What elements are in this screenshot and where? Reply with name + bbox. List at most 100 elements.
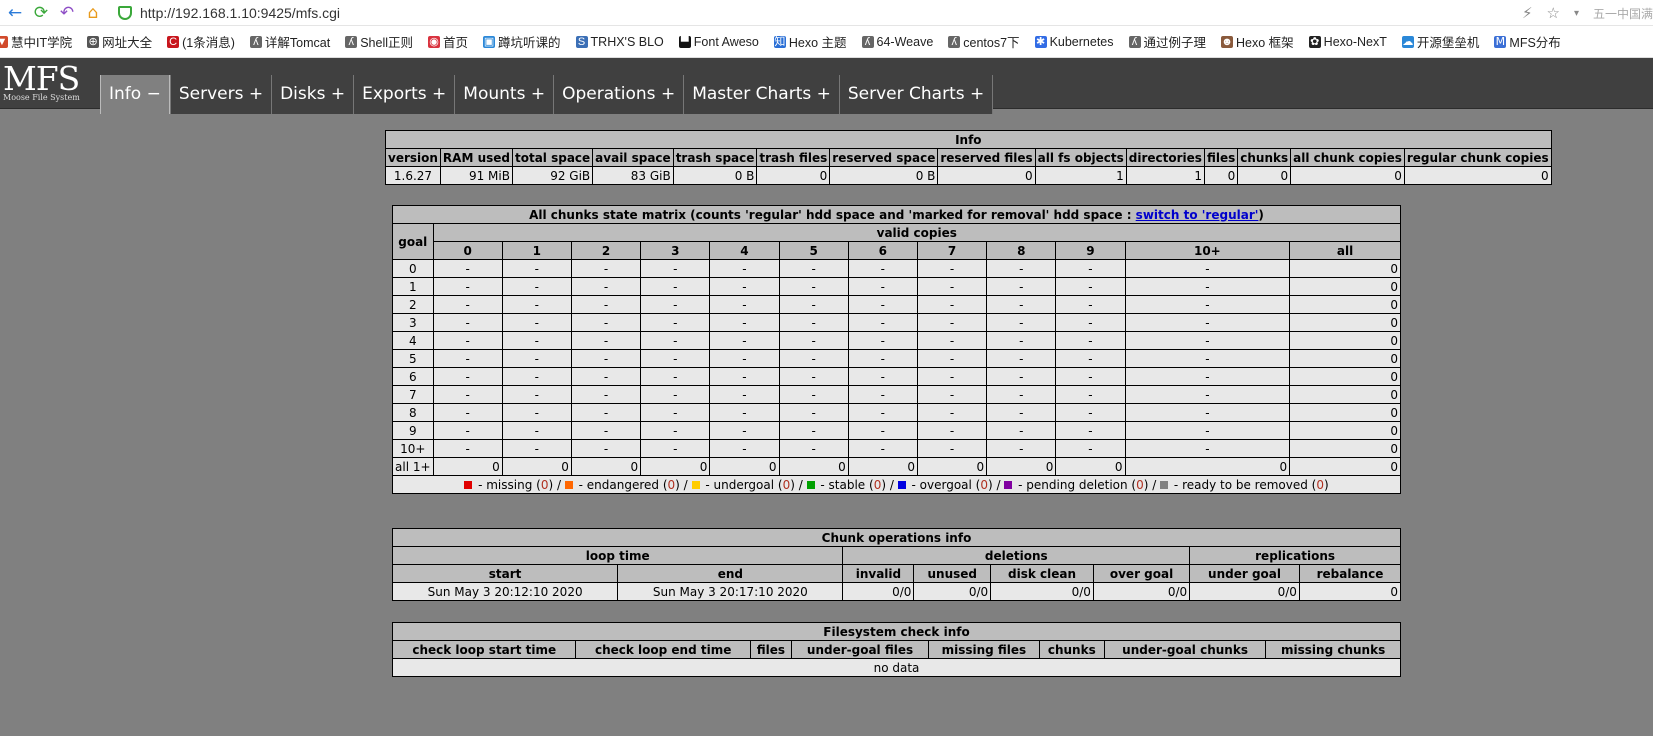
matrix-cell: - <box>916 439 988 458</box>
address-bar: ← ⟳ ↶ ⌂ http://192.168.1.10:9425/mfs.cgi… <box>0 0 1653 26</box>
matrix-cell: - <box>501 331 572 350</box>
legend-label: - undergoal ( <box>701 477 783 492</box>
reload-icon[interactable]: ⟳ <box>30 2 52 24</box>
bookmark-label: MFS分布 <box>1509 36 1561 50</box>
matrix-cell: - <box>709 439 780 458</box>
legend-swatch <box>691 480 700 489</box>
switch-regular-link[interactable]: switch to 'regular' <box>1136 208 1259 222</box>
info-header-cell: reserved space <box>829 148 939 167</box>
matrix-cell: - <box>501 385 572 404</box>
chevron-down-icon[interactable]: ▾ <box>1574 8 1579 19</box>
menu-item[interactable]: Server Charts + <box>838 75 994 114</box>
fscheck-caption: Filesystem check info <box>392 622 1401 641</box>
chunkops-header-cell: disk clean <box>990 564 1094 583</box>
undo-icon[interactable]: ↶ <box>56 2 78 24</box>
group-deletions: deletions <box>842 546 1191 565</box>
bookmark-item[interactable]: ʎ 64-Weave <box>861 34 934 49</box>
matrix-cell: - <box>709 385 780 404</box>
matrix-cell: - <box>640 403 711 422</box>
lightning-icon[interactable]: ⚡ <box>1522 4 1533 22</box>
legend-separator: ) / <box>675 477 692 492</box>
matrix-cell: 0 <box>1289 385 1401 404</box>
menu-item[interactable]: Mounts + <box>454 75 554 114</box>
fscheck-header-cell: files <box>749 640 792 659</box>
bookmark-icon: ⊕ <box>87 35 100 48</box>
bookmark-item[interactable]: ʎ Shell正则 <box>345 32 413 51</box>
bookmark-label: 64-Weave <box>876 34 934 49</box>
bookmark-item[interactable]: ◉ 首页 <box>428 32 468 51</box>
bookmark-icon: ✱ <box>1034 35 1047 48</box>
url-field[interactable]: http://192.168.1.10:9425/mfs.cgi <box>140 5 340 21</box>
matrix-cell: - <box>847 349 918 368</box>
matrix-cell: - <box>570 385 642 404</box>
legend-label: - missing ( <box>474 477 541 492</box>
bookmark-item[interactable]: ☻ Hexo 框架 <box>1221 32 1294 51</box>
search-engine-hint[interactable]: 五一中国满 <box>1593 5 1653 22</box>
matrix-cell: - <box>501 313 572 332</box>
matrix-row: 4-----------0 <box>392 331 1401 350</box>
menu-item[interactable]: Exports + <box>353 75 455 114</box>
matrix-cell: - <box>432 331 503 350</box>
matrix-cell: - <box>916 313 988 332</box>
bookmark-item[interactable]: ʎ centos7下 <box>948 32 1020 51</box>
bookmark-icon: ☻ <box>1221 35 1234 48</box>
matrix-cell: - <box>1055 259 1126 278</box>
matrix-cell: 0 <box>1289 439 1401 458</box>
bookmark-item[interactable]: ▀ Font Aweso <box>678 35 759 49</box>
info-value-cell: 0 B <box>829 166 939 185</box>
matrix-cell: 0 <box>570 457 642 476</box>
matrix-cell: - <box>778 421 849 440</box>
matrix-goal-cell: 6 <box>392 367 434 386</box>
filesystem-check-table: Filesystem check info check loop start t… <box>391 622 1401 677</box>
bookmark-item[interactable]: ⊕ 网址大全 <box>87 32 152 51</box>
bookmark-item[interactable]: ▣ 蹲坑听课的 <box>483 32 561 51</box>
legend-separator: ) <box>1324 477 1329 492</box>
matrix-cell: - <box>501 277 572 296</box>
matrix-cell: - <box>1124 403 1291 422</box>
matrix-cell: - <box>1055 403 1126 422</box>
matrix-column-header: 10+ <box>1124 241 1291 260</box>
bookmark-item[interactable]: Ⅿ MFS分布 <box>1494 32 1561 51</box>
back-arrow-icon[interactable]: ← <box>4 2 26 24</box>
matrix-cell: - <box>986 439 1057 458</box>
legend-swatch <box>464 480 473 489</box>
matrix-cell: - <box>847 385 918 404</box>
matrix-goal-cell: 3 <box>392 313 434 332</box>
bookmark-item[interactable]: C (1条消息) <box>167 32 235 51</box>
star-icon[interactable]: ☆ <box>1547 4 1560 22</box>
menu-item[interactable]: Servers + <box>169 75 272 114</box>
legend-swatch <box>1004 480 1013 489</box>
mfs-logo[interactable]: MFS Moose File System <box>3 62 80 102</box>
matrix-cell: - <box>1055 439 1126 458</box>
bookmark-item[interactable]: ✿ Hexo-NexT <box>1308 35 1387 49</box>
matrix-cell: - <box>986 277 1057 296</box>
bookmark-item[interactable]: ✱ Kubernetes <box>1034 35 1114 49</box>
chunkops-header-cell: rebalance <box>1298 564 1402 583</box>
matrix-cell: - <box>778 259 849 278</box>
matrix-cell: - <box>778 349 849 368</box>
matrix-row: 1-----------0 <box>392 277 1401 296</box>
legend-count: 0 <box>1316 477 1325 492</box>
menu-item[interactable]: Info − <box>100 75 170 114</box>
menu-item[interactable]: Disks + <box>271 75 354 114</box>
matrix-column-header: all <box>1289 241 1401 260</box>
bookmark-item[interactable]: 知 Hexo 主题 <box>773 32 847 51</box>
matrix-cell: - <box>432 295 503 314</box>
matrix-cell: 0 <box>1289 331 1401 350</box>
matrix-cell: - <box>501 259 572 278</box>
legend-swatch <box>897 480 906 489</box>
menu-item[interactable]: Master Charts + <box>683 75 839 114</box>
bookmark-item[interactable]: ▼慧中IT学院 <box>0 32 72 51</box>
bookmark-item[interactable]: ☁ 开源堡垒机 <box>1401 32 1479 51</box>
matrix-goal-cell: 2 <box>392 295 434 314</box>
info-value-cell: 92 GiB <box>511 166 594 185</box>
matrix-cell: - <box>986 403 1057 422</box>
bookmark-item[interactable]: ʎ 通过例子理 <box>1128 32 1206 51</box>
matrix-cell: - <box>1124 385 1291 404</box>
bookmark-item[interactable]: ʎ 详解Tomcat <box>249 32 330 51</box>
home-icon[interactable]: ⌂ <box>82 2 104 24</box>
bookmark-item[interactable]: S TRHX'S BLO <box>575 35 664 49</box>
menu-item[interactable]: Operations + <box>553 75 684 114</box>
matrix-cell: 0 <box>501 457 572 476</box>
matrix-cell: - <box>916 403 988 422</box>
